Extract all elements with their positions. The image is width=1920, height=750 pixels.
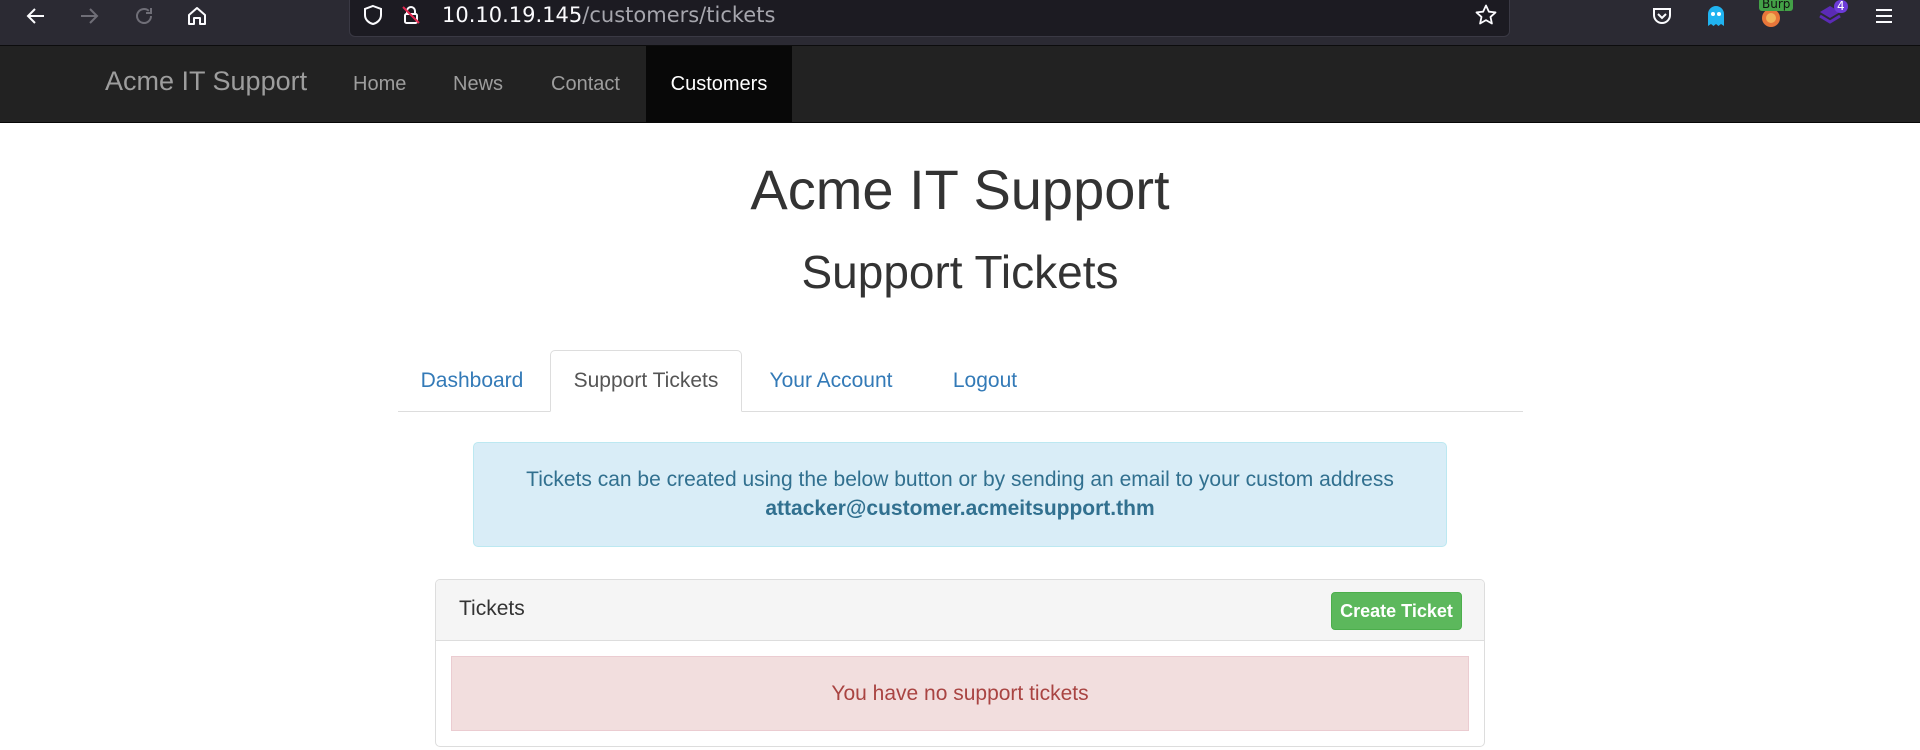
customer-tabs: Dashboard Support Tickets Your Account L… — [398, 350, 1523, 412]
nav-item-customers[interactable]: Customers — [646, 46, 792, 122]
url-text[interactable]: 10.10.19.145/customers/tickets — [442, 3, 775, 27]
create-ticket-button[interactable]: Create Ticket — [1331, 592, 1462, 630]
custom-email-address: attacker@customer.acmeitsupport.thm — [765, 497, 1155, 520]
navbar-brand[interactable]: Acme IT Support — [105, 66, 307, 97]
site-navbar: Acme IT Support Home News Contact Custom… — [0, 46, 1920, 123]
insecure-lock-icon[interactable] — [395, 0, 427, 31]
tab-dashboard[interactable]: Dashboard — [398, 350, 546, 411]
nav-item-home[interactable]: Home — [330, 46, 429, 122]
nav-item-contact[interactable]: Contact — [528, 46, 643, 122]
bookmark-star-icon[interactable] — [1470, 0, 1502, 31]
page-title: Acme IT Support — [750, 158, 1170, 221]
no-tickets-alert: You have no support tickets — [451, 656, 1469, 731]
page-subtitle: Support Tickets — [801, 246, 1119, 298]
ticket-info-alert: Tickets can be created using the below b… — [473, 442, 1447, 547]
back-arrow-icon[interactable] — [16, 0, 56, 32]
tab-logout[interactable]: Logout — [920, 350, 1050, 411]
url-host: 10.10.19.145 — [442, 3, 583, 27]
url-bar[interactable]: 10.10.19.145/customers/tickets — [349, 0, 1510, 37]
tickets-panel-heading: Tickets Create Ticket — [436, 580, 1484, 641]
tab-support-tickets[interactable]: Support Tickets — [550, 350, 742, 412]
browser-toolbar: 10.10.19.145/customers/tickets Burp 4 — [0, 0, 1920, 46]
url-path: /customers/tickets — [582, 3, 776, 27]
pocket-icon[interactable] — [1642, 0, 1682, 32]
extension-badge-count: 4 — [1834, 0, 1848, 13]
burp-label: Burp — [1759, 0, 1794, 11]
purple-extension-icon[interactable]: 4 — [1810, 0, 1850, 32]
forward-arrow-icon[interactable] — [69, 0, 109, 32]
tickets-panel: Tickets Create Ticket You have no suppor… — [435, 579, 1485, 747]
nav-item-news[interactable]: News — [430, 46, 526, 122]
ghost-extension-icon[interactable] — [1696, 0, 1736, 32]
reload-icon[interactable] — [124, 0, 164, 32]
hamburger-menu-icon[interactable] — [1864, 0, 1904, 32]
tab-your-account[interactable]: Your Account — [746, 350, 916, 411]
shield-icon[interactable] — [357, 0, 389, 31]
burp-extension-icon[interactable]: Burp — [1751, 0, 1794, 32]
home-icon[interactable] — [177, 0, 217, 32]
info-alert-text: Tickets can be created using the below b… — [526, 468, 1394, 491]
tickets-panel-title: Tickets — [459, 597, 525, 620]
